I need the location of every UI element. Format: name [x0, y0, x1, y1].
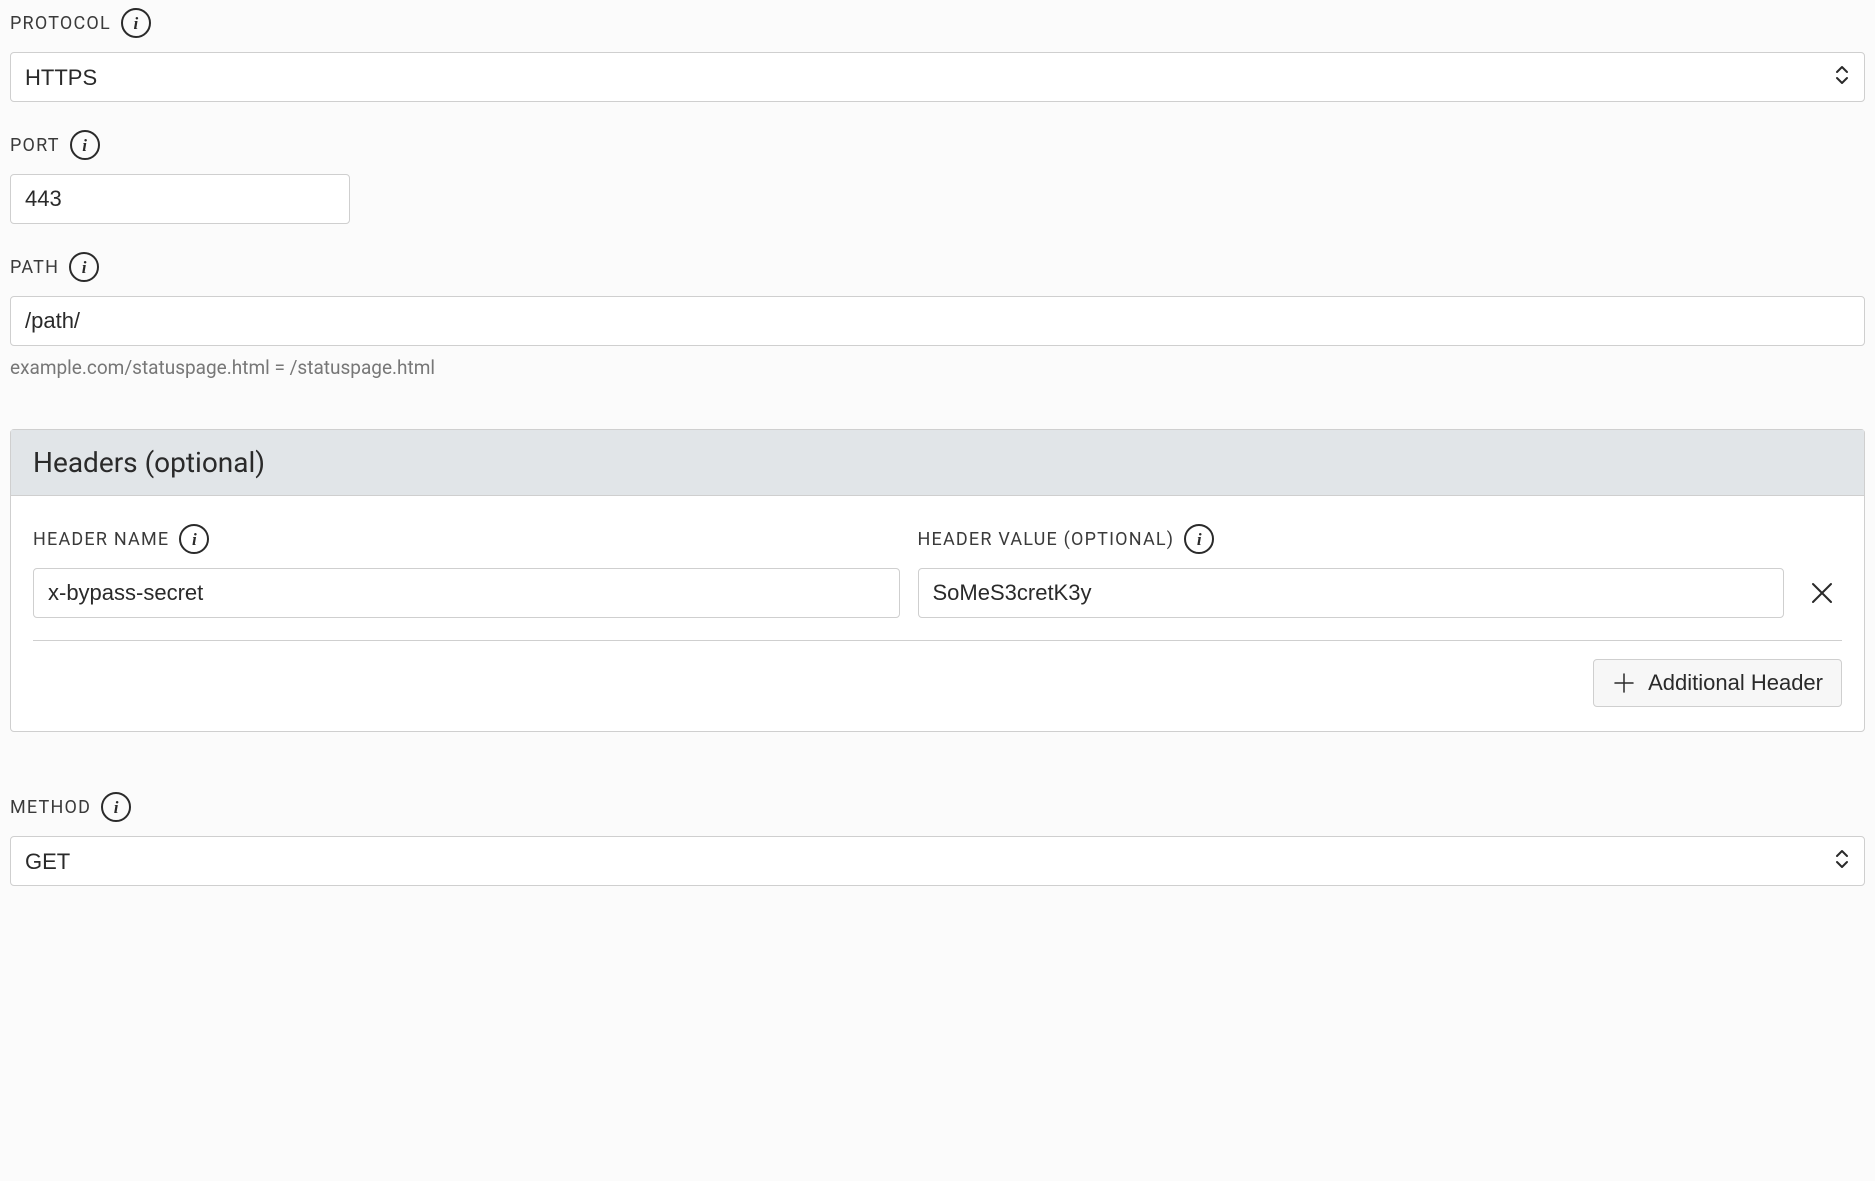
protocol-label-row: PROTOCOL i	[10, 8, 1865, 38]
remove-header-button[interactable]	[1805, 576, 1839, 610]
port-input-wrap	[10, 174, 350, 224]
info-icon[interactable]: i	[101, 792, 131, 822]
port-label-row: PORT i	[10, 130, 1865, 160]
port-label: PORT	[10, 135, 60, 156]
method-select[interactable]: GET	[10, 836, 1865, 886]
divider	[33, 640, 1842, 641]
protocol-select[interactable]: HTTPS	[10, 52, 1865, 102]
path-label: PATH	[10, 257, 59, 278]
plus-icon	[1612, 671, 1636, 695]
headers-section-title: Headers (optional)	[11, 430, 1864, 496]
method-select-wrap: GET	[10, 836, 1865, 886]
port-field: PORT i	[10, 130, 1865, 224]
additional-header-label: Additional Header	[1648, 670, 1823, 696]
additional-header-button[interactable]: Additional Header	[1593, 659, 1842, 707]
close-icon	[1809, 580, 1835, 606]
headers-section-body: HEADER NAME i HEADER VALUE (OPTIONAL) i	[11, 496, 1864, 731]
protocol-label: PROTOCOL	[10, 13, 111, 34]
info-icon[interactable]: i	[179, 524, 209, 554]
method-label-row: METHOD i	[10, 792, 1865, 822]
protocol-select-wrap: HTTPS	[10, 52, 1865, 102]
path-hint: example.com/statuspage.html = /statuspag…	[10, 356, 1865, 379]
header-remove-cell	[1802, 568, 1842, 618]
method-label: METHOD	[10, 797, 91, 818]
path-label-row: PATH i	[10, 252, 1865, 282]
path-input[interactable]	[10, 296, 1865, 346]
info-icon[interactable]: i	[121, 8, 151, 38]
header-name-label-row: HEADER NAME i	[33, 524, 900, 554]
info-icon[interactable]: i	[70, 130, 100, 160]
header-value-column: HEADER VALUE (OPTIONAL) i	[918, 524, 1785, 618]
header-name-input[interactable]	[33, 568, 900, 618]
header-name-label: HEADER NAME	[33, 529, 169, 550]
header-row: HEADER NAME i HEADER VALUE (OPTIONAL) i	[33, 524, 1842, 618]
add-header-row: Additional Header	[33, 659, 1842, 707]
header-name-column: HEADER NAME i	[33, 524, 900, 618]
port-input[interactable]	[10, 174, 350, 224]
header-value-input[interactable]	[918, 568, 1785, 618]
header-value-label-row: HEADER VALUE (OPTIONAL) i	[918, 524, 1785, 554]
path-input-wrap	[10, 296, 1865, 346]
method-field: METHOD i GET	[10, 792, 1865, 886]
info-icon[interactable]: i	[1184, 524, 1214, 554]
info-icon[interactable]: i	[69, 252, 99, 282]
header-value-label: HEADER VALUE (OPTIONAL)	[918, 529, 1175, 550]
path-field: PATH i example.com/statuspage.html = /st…	[10, 252, 1865, 379]
headers-section: Headers (optional) HEADER NAME i HEADER …	[10, 429, 1865, 732]
protocol-field: PROTOCOL i HTTPS	[10, 8, 1865, 102]
